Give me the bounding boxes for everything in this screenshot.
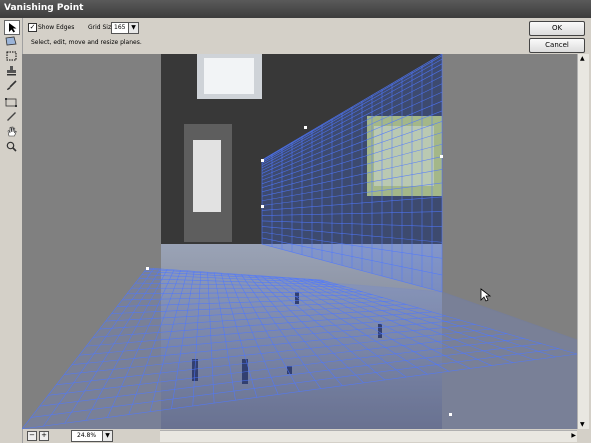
vertical-scrollbar[interactable]: ▲ ▼: [577, 54, 589, 429]
chevron-down-icon[interactable]: ▼: [102, 431, 112, 441]
title-bar: Vanishing Point: [0, 0, 591, 18]
magnifier-icon: [6, 141, 17, 152]
hand-tool[interactable]: [4, 125, 18, 138]
show-edges-label: Show Edges: [38, 24, 75, 31]
horizontal-scrollbar[interactable]: ▶: [160, 430, 577, 442]
scroll-down-icon[interactable]: ▼: [580, 421, 585, 428]
status-hint: Select, edit, move and resize planes.: [31, 39, 142, 46]
zoom-select[interactable]: 24.8% ▼: [71, 430, 113, 442]
zoom-bar: − + 24.8% ▼: [22, 429, 160, 443]
eyedropper-tool[interactable]: [4, 110, 18, 123]
scene-image: [22, 54, 577, 429]
show-edges-checkbox[interactable]: ✓: [28, 23, 37, 32]
transform-tool[interactable]: [4, 95, 18, 108]
status-bar: Select, edit, move and resize planes.: [0, 37, 520, 49]
marquee-tool[interactable]: [4, 49, 18, 62]
zoom-value: 24.8%: [77, 432, 97, 439]
grid-size-select[interactable]: 165 ▼: [111, 22, 139, 34]
create-plane-tool[interactable]: [4, 34, 18, 47]
preview-canvas[interactable]: [22, 54, 577, 429]
grid-size-value: 165: [114, 24, 126, 31]
scroll-up-icon[interactable]: ▲: [580, 55, 585, 62]
zoom-out-button[interactable]: −: [27, 431, 37, 441]
tool-palette: [0, 18, 23, 443]
edit-plane-tool[interactable]: [4, 20, 20, 35]
zoom-tool[interactable]: [4, 140, 18, 153]
chevron-down-icon[interactable]: ▼: [128, 23, 138, 33]
transform-icon: [5, 97, 17, 107]
brush-tool[interactable]: [4, 79, 18, 92]
ok-button[interactable]: OK: [529, 21, 585, 36]
stamp-icon: [6, 66, 16, 76]
hand-icon: [7, 126, 17, 137]
create-plane-icon: [5, 36, 17, 45]
arrow-icon: [8, 23, 16, 33]
marquee-icon: [6, 51, 16, 60]
stamp-tool[interactable]: [4, 64, 18, 77]
zoom-in-button[interactable]: +: [39, 431, 49, 441]
cancel-button[interactable]: Cancel: [529, 38, 585, 53]
brush-icon: [6, 80, 17, 90]
eyedropper-icon: [6, 112, 16, 121]
scroll-right-icon[interactable]: ▶: [571, 432, 576, 439]
window-title: Vanishing Point: [4, 3, 84, 13]
